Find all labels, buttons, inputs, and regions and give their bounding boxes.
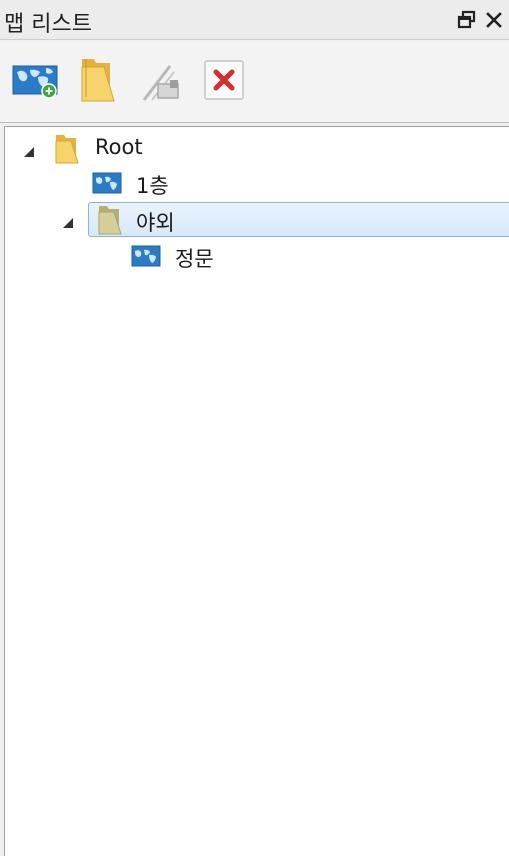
rename-icon — [142, 65, 179, 101]
tree-node-label: 정문 — [175, 247, 214, 271]
folder-icon — [53, 133, 81, 169]
expand-triangle-icon[interactable] — [62, 214, 74, 228]
map-icon — [131, 245, 161, 271]
tree-node-label: 야외 — [136, 211, 175, 235]
add-map-icon — [12, 65, 58, 99]
panel-titlebar: 맵 리스트 — [0, 0, 509, 40]
map-icon — [92, 172, 122, 198]
add-map-button[interactable] — [12, 60, 58, 100]
tree-node-label: 1층 — [136, 174, 169, 198]
toolbar — [0, 41, 509, 123]
folder-icon — [96, 204, 124, 240]
close-icon[interactable] — [484, 9, 504, 31]
float-window-icon[interactable] — [457, 9, 477, 31]
tree-node-root[interactable]: Root — [5, 131, 509, 165]
tree-node-folder-selected[interactable]: 야외 — [5, 203, 509, 237]
tree-node-map[interactable]: 1층 — [5, 167, 509, 201]
delete-button[interactable] — [204, 60, 244, 100]
delete-icon — [204, 60, 244, 100]
map-tree[interactable]: Root 1층 야외 정문 — [4, 126, 509, 856]
tree-node-map[interactable]: 정문 — [5, 241, 509, 275]
tree-node-label: Root — [95, 135, 143, 159]
add-folder-button[interactable] — [78, 55, 118, 102]
map-list-panel: 맵 리스트 Root 1층 야외 정문 — [0, 0, 509, 856]
expand-triangle-icon[interactable] — [23, 143, 35, 157]
panel-title: 맵 리스트 — [4, 12, 92, 37]
folder-icon — [81, 59, 115, 102]
rename-button[interactable] — [140, 60, 180, 101]
